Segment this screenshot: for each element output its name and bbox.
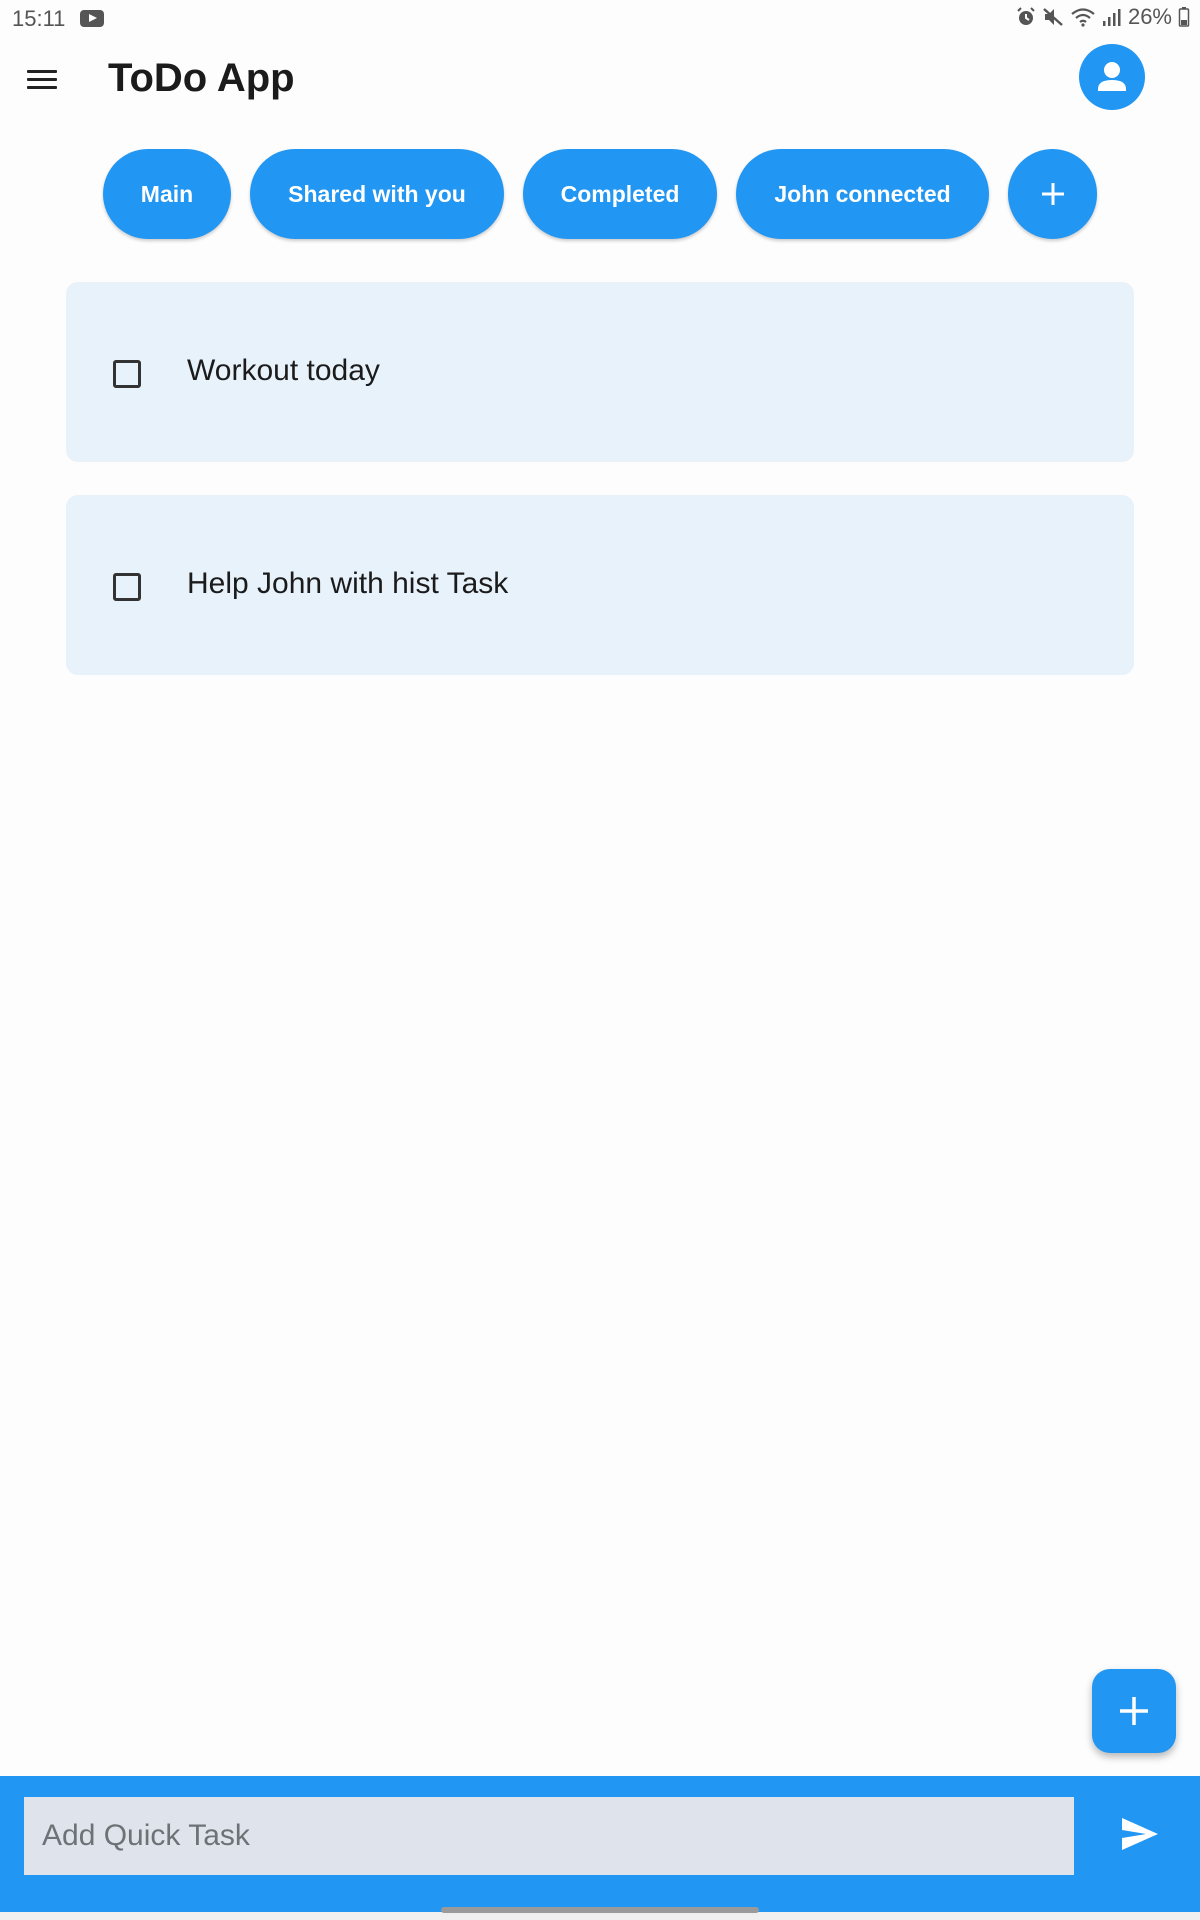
home-indicator[interactable] [441, 1907, 759, 1913]
status-bar: 15:11 26% [0, 0, 1200, 38]
plus-icon [1041, 183, 1064, 205]
battery-percentage: 26% [1127, 4, 1172, 29]
tab-main[interactable]: Main [103, 149, 231, 239]
task-checkbox[interactable] [113, 360, 141, 388]
mute-icon [1043, 8, 1063, 26]
youtube-icon [80, 10, 104, 27]
tab-john-connected[interactable]: John connected [736, 149, 989, 239]
task-text: Workout today [187, 354, 380, 387]
add-task-fab[interactable] [1092, 1669, 1176, 1753]
task-card[interactable]: Help John with hist Task [66, 495, 1134, 675]
status-icons: 26% [1016, 4, 1190, 30]
tab-completed[interactable]: Completed [523, 149, 717, 239]
tab-label: Shared with you [288, 180, 466, 207]
task-card[interactable]: Workout today [66, 282, 1134, 462]
plus-icon [1120, 1697, 1148, 1725]
quick-task-input[interactable] [24, 1797, 1074, 1875]
status-time: 15:11 [12, 6, 66, 31]
add-tab-button[interactable] [1008, 149, 1097, 239]
person-icon [1098, 62, 1126, 91]
task-checkbox[interactable] [113, 573, 141, 601]
category-tabs: Main Shared with you Completed John conn… [0, 149, 1200, 239]
task-text: Help John with hist Task [187, 567, 509, 600]
battery-icon [1178, 7, 1190, 27]
profile-button[interactable] [1079, 44, 1145, 110]
send-icon [1122, 1818, 1158, 1850]
signal-icon [1102, 9, 1121, 26]
tab-label: John connected [774, 180, 951, 207]
hamburger-menu-icon[interactable] [20, 60, 64, 100]
tab-shared-with-you[interactable]: Shared with you [250, 149, 504, 239]
navigation-area [0, 1912, 1200, 1920]
wifi-icon [1071, 8, 1095, 27]
app-bar: ToDo App [0, 38, 1200, 122]
send-button[interactable] [1118, 1812, 1164, 1856]
tab-label: Completed [560, 180, 680, 207]
page-title: ToDo App [108, 56, 295, 100]
alarm-icon [1017, 7, 1035, 25]
tab-label: Main [140, 180, 194, 207]
quick-task-bar [0, 1776, 1200, 1912]
